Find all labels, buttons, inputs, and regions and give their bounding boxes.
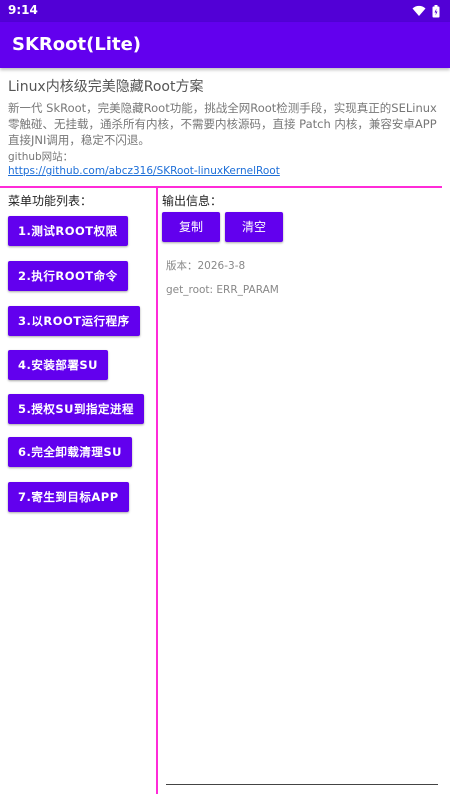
header-title: Linux内核级完美隐藏Root方案 bbox=[8, 79, 204, 95]
status-icons bbox=[412, 3, 440, 19]
status-bar: 9:14 bbox=[0, 0, 450, 22]
header-description: 新一代 SkRoot，完美隐藏Root功能，挑战全网Root检测手段，实现真正的… bbox=[8, 101, 437, 147]
github-label: github网站： bbox=[8, 151, 74, 163]
run-program-as-root-button[interactable]: 3.以ROOT运行程序 bbox=[8, 306, 140, 336]
menu-panel: 菜单功能列表： 1.测试ROOT权限 2.执行ROOT命令 3.以ROOT运行程… bbox=[8, 192, 154, 512]
parasite-to-app-button[interactable]: 7.寄生到目标APP bbox=[8, 482, 129, 512]
output-panel: 输出信息： 复制 清空 版本：2026-3-8 get_root: ERR_PA… bbox=[162, 192, 440, 296]
install-su-button[interactable]: 4.安装部署SU bbox=[8, 350, 108, 380]
copy-button[interactable]: 复制 bbox=[162, 212, 220, 242]
output-title: 输出信息： bbox=[162, 194, 223, 208]
horizontal-divider bbox=[0, 186, 442, 188]
test-root-button[interactable]: 1.测试ROOT权限 bbox=[8, 216, 128, 246]
run-root-command-button[interactable]: 2.执行ROOT命令 bbox=[8, 261, 128, 291]
output-bottom-line bbox=[166, 784, 438, 785]
status-time: 9:14 bbox=[8, 3, 38, 17]
github-link[interactable]: https://github.com/abcz316/SKRoot-linuxK… bbox=[8, 164, 444, 178]
app-title: SKRoot(Lite) bbox=[12, 34, 142, 55]
clear-button[interactable]: 清空 bbox=[225, 212, 283, 242]
app-bar: SKRoot(Lite) bbox=[0, 22, 450, 68]
wifi-icon bbox=[412, 5, 426, 16]
output-result-line: get_root: ERR_PARAM bbox=[166, 284, 279, 296]
grant-su-to-process-button[interactable]: 5.授权SU到指定进程 bbox=[8, 394, 144, 424]
uninstall-su-button[interactable]: 6.完全卸载清理SU bbox=[8, 437, 132, 467]
menu-title: 菜单功能列表： bbox=[8, 194, 93, 208]
header-info: Linux内核级完美隐藏Root方案 新一代 SkRoot，完美隐藏Root功能… bbox=[8, 76, 444, 178]
output-version-line: 版本：2026-3-8 bbox=[166, 260, 246, 272]
battery-icon bbox=[432, 4, 440, 17]
vertical-divider bbox=[156, 188, 158, 794]
